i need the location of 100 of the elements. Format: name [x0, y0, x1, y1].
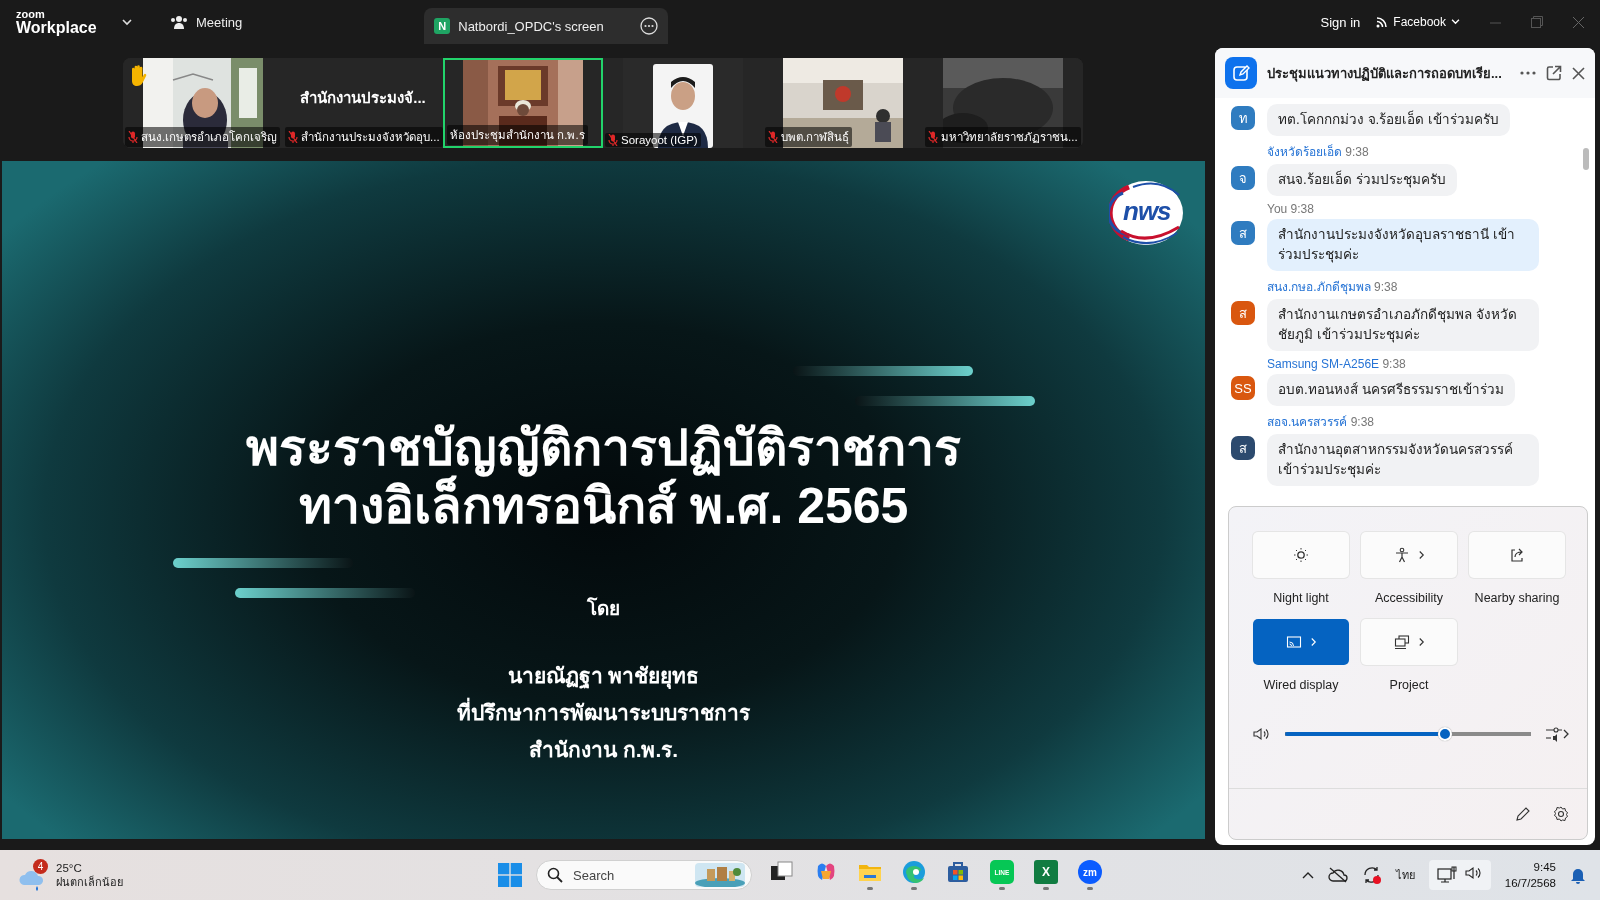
participant-label: ห้องประชุมสำนักงาน ก.พ.ร — [447, 124, 588, 145]
close-icon[interactable] — [1572, 66, 1585, 80]
slide-logo: nws — [1109, 181, 1183, 245]
tab-label: Natbordi_OPDC's screen — [458, 18, 605, 34]
presenter-text: นายณัฏฐา พาชัยยุทธ — [507, 663, 700, 691]
sun-icon — [1293, 547, 1309, 563]
tile-label: Night light — [1273, 591, 1329, 605]
bell-icon[interactable] — [1570, 866, 1586, 884]
search-input[interactable]: Search — [571, 866, 687, 884]
signal-icon — [1376, 16, 1389, 28]
avatar: SS — [1231, 376, 1255, 400]
browser-icon[interactable] — [902, 860, 926, 884]
temperature: 25°C — [56, 861, 83, 875]
video-tile[interactable]: สำนักงานประมงจั... สำนักงานประมงจังหวัดอุบ... — [283, 57, 443, 148]
input-language[interactable]: ไทย — [1395, 866, 1415, 884]
screens-icon — [1393, 634, 1410, 650]
cast-icon — [1285, 634, 1302, 650]
meeting-tab[interactable]: Meeting — [164, 10, 249, 34]
message-bubble: ทต.โคกกกม่วง จ.ร้อยเอ็ด เข้าร่วมครับ — [1267, 104, 1510, 136]
message-bubble: สำนักงานประมงจังหวัดอุบลราชธานี เข้าร่วมประชุมค่ะ — [1267, 219, 1539, 271]
video-tile[interactable]: บพต.กาฬสินธุ์ — [763, 57, 923, 148]
participant-label: สนง.เกษตรอำเภอโคกเจริญ — [125, 126, 281, 147]
tile-label: Accessibility — [1374, 591, 1444, 605]
participant-label: มหาวิทยาลัยราชภัฏราชน... — [925, 126, 1081, 147]
avatar: ท — [1231, 106, 1255, 130]
caret-icon — [1451, 19, 1460, 25]
start-icon[interactable] — [498, 863, 522, 887]
avatar: ส — [1231, 301, 1255, 325]
message-bubble: สนจ.ร้อยเอ็ด ร่วมประชุมครับ — [1267, 164, 1457, 196]
avatar: ส — [1231, 221, 1255, 245]
presenter-text: สำนักงาน ก.พ.ร. — [528, 737, 679, 763]
share-icon — [1509, 547, 1525, 563]
logo-text: Workplace — [16, 19, 98, 36]
slider-thumb[interactable] — [1437, 727, 1452, 741]
search-field[interactable]: Search — [536, 860, 752, 890]
slide-text: โดย — [587, 596, 620, 621]
person-icon — [1393, 547, 1410, 563]
clock-time[interactable]: 9:45 — [1533, 859, 1556, 875]
participant-label: Sorayoot (IGP) — [605, 132, 701, 147]
tile-label: Wired display — [1263, 678, 1339, 692]
message-bubble: อบต.ทอนหงส์ นครศรีธรรมราชเข้าร่วม — [1267, 374, 1515, 406]
video-tile[interactable]: มหาวิทยาลัยราชภัฏราชน... — [923, 57, 1083, 148]
message-header: Samsung SM-A256E 9:38 — [1267, 357, 1406, 371]
notification-badge: 4 — [33, 859, 48, 874]
quick-setting-toggle[interactable] — [1253, 619, 1349, 665]
people-icon — [170, 15, 188, 29]
message-header: จังหวัดร้อยเอ็ด 9:38 — [1267, 143, 1369, 161]
message-bubble: สำนักงานอุตสาหกรรมจังหวัดนครสวรรค์ เข้าร่วมประชุมค่ะ — [1267, 434, 1539, 486]
video-tile[interactable]: Sorayoot (IGP) — [603, 57, 763, 148]
app-icon[interactable]: zm — [1078, 860, 1102, 884]
message-header: สนง.กษอ.ภักดีชุมพล 9:38 — [1267, 279, 1398, 296]
app-icon[interactable]: X — [1034, 860, 1058, 884]
quick-setting-toggle[interactable] — [1469, 532, 1565, 578]
speaker-icon — [1464, 866, 1483, 880]
tile-label: Project — [1389, 678, 1429, 692]
video-tile[interactable]: ห้องประชุมสำนักงาน ก.พ.ร — [443, 57, 603, 148]
caret-icon[interactable] — [122, 18, 132, 26]
message-bubble: สำนักงานเกษตรอำเภอภักดีชุมพล จังหวัดชัยภูมิ เข้าร่วมประชุมค่ะ — [1267, 299, 1539, 351]
cloud-off-icon[interactable] — [1327, 867, 1348, 883]
more-icon[interactable] — [1520, 71, 1536, 75]
quick-setting-toggle[interactable] — [1361, 619, 1457, 665]
slide-title: พระราชบัญญัติการปฏิบัติราชการ — [246, 419, 961, 477]
settings-icon[interactable] — [1553, 806, 1569, 822]
pop-out-icon[interactable] — [1546, 65, 1562, 81]
search-icon — [547, 867, 563, 883]
store-icon[interactable] — [946, 860, 970, 884]
speaker-icon[interactable] — [1253, 727, 1271, 741]
participant-label: สำนักงานประมงจังหวัดอุบ... — [285, 126, 443, 147]
account-menu[interactable]: Facebook — [1376, 15, 1460, 29]
close-icon[interactable] — [1573, 16, 1584, 28]
presenter-text: ที่ปรึกษาการพัฒนาระบบราชการ — [457, 694, 750, 731]
scrollbar-thumb[interactable] — [1583, 148, 1589, 170]
network-volume-button[interactable] — [1428, 860, 1491, 890]
avatar: ส — [1231, 436, 1255, 460]
chat-title: ประชุมแนวทางปฏิบัติและการถอดบทเรีย... — [1267, 64, 1503, 84]
weather-widget[interactable]: 4 — [18, 859, 50, 891]
network-icon — [1436, 866, 1457, 884]
logo-text: zoom — [16, 8, 46, 20]
clock-date[interactable]: 16/7/2568 — [1504, 875, 1556, 891]
weather-condition: ฝนตกเล็กน้อย — [56, 875, 123, 889]
participant-name: สำนักงานประมงจั... — [300, 87, 426, 108]
chevron-up-icon[interactable] — [1301, 871, 1314, 879]
avatar: จ — [1231, 166, 1255, 190]
compose-button[interactable] — [1225, 57, 1257, 89]
message-header: สอจ.นครสวรรค์ 9:38 — [1267, 414, 1375, 431]
more-icon[interactable] — [640, 17, 659, 35]
tile-label: Nearby sharing — [1474, 591, 1560, 605]
audio-output-icon[interactable] — [1545, 726, 1569, 742]
quick-setting-toggle[interactable] — [1361, 532, 1457, 578]
sign-in-link[interactable]: Sign in — [1320, 14, 1361, 30]
quick-setting-toggle[interactable] — [1253, 532, 1349, 578]
video-tile[interactable]: สนง.เกษตรอำเภอโคกเจริญ — [123, 57, 283, 148]
pencil-icon[interactable] — [1515, 806, 1531, 822]
sync-icon[interactable] — [1361, 866, 1382, 884]
participant-label: บพต.กาฬสินธุ์ — [765, 126, 853, 147]
message-header: You 9:38 — [1267, 202, 1314, 216]
edit-icon — [1232, 64, 1250, 82]
initial-badge: N — [434, 18, 451, 34]
slide-title: ทางอิเล็กทรอนิกส์ พ.ศ. 2565 — [298, 477, 909, 535]
share-tab[interactable]: N Natbordi_OPDC's screen — [424, 8, 669, 44]
